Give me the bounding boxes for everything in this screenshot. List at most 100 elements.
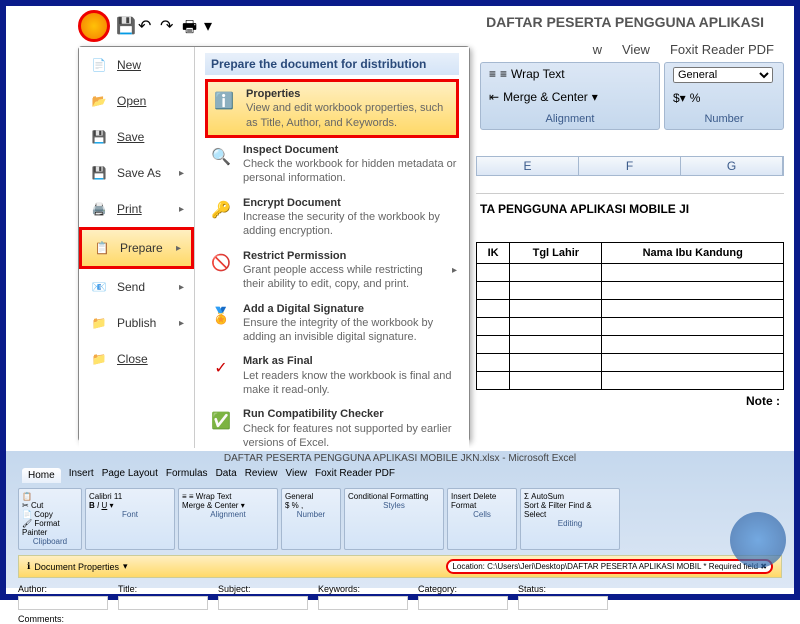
tab-foxit[interactable]: Foxit Reader PDF [315, 468, 395, 483]
tab-view-end[interactable]: w [593, 42, 602, 57]
wrap-text-button[interactable]: Wrap Text [511, 67, 565, 81]
prepare-icon: 📋 [92, 238, 112, 258]
undo-icon[interactable]: ↶ [138, 16, 154, 32]
table-row[interactable] [477, 300, 784, 318]
menu-prepare[interactable]: 📋Prepare▸ [79, 227, 194, 269]
dropdown-icon[interactable]: ▾ [123, 561, 128, 572]
menu-close[interactable]: 📁Close [79, 341, 194, 377]
send-icon: 📧 [89, 277, 109, 297]
status-input[interactable] [518, 596, 608, 610]
document-title: DAFTAR PESERTA PENGGUNA APLIKASI [486, 14, 764, 30]
col-f[interactable]: F [579, 157, 681, 175]
table-row[interactable] [477, 318, 784, 336]
header-tgl[interactable]: Tgl Lahir [510, 243, 602, 264]
indent-icon[interactable]: ⇤ [489, 90, 499, 104]
final-icon: ✓ [207, 354, 235, 382]
dropdown-icon[interactable]: ▾ [592, 90, 598, 104]
header-ik[interactable]: IK [477, 243, 510, 264]
tab-formulas[interactable]: Formulas [166, 468, 208, 483]
currency-icon[interactable]: $▾ [673, 91, 686, 105]
editing-group: Σ AutoSum Sort & Filter Find & Select Ed… [520, 488, 620, 550]
window-title: DAFTAR PESERTA PENGGUNA APLIKASI MOBILE … [6, 451, 794, 466]
redo-icon[interactable]: ↷ [160, 16, 176, 32]
percent-button[interactable]: % [690, 91, 701, 105]
tab-view[interactable]: View [622, 42, 650, 57]
align-center-icon[interactable]: ≡ [500, 67, 507, 81]
paste-button[interactable]: 📋 [22, 492, 78, 501]
keywords-input[interactable] [318, 596, 408, 610]
menu-save[interactable]: 💾Save [79, 119, 194, 155]
column-headers: E F G [476, 156, 784, 176]
status-label: Status: [518, 584, 608, 594]
number-label: Number [673, 113, 775, 125]
styles-group: Conditional Formatting Styles [344, 488, 444, 550]
save-icon: 💾 [89, 127, 109, 147]
title-label: Title: [118, 584, 208, 594]
properties-icon: ℹ️ [210, 87, 238, 115]
ribbon-tabs-partial: w View Foxit Reader PDF [593, 42, 774, 57]
tab-layout[interactable]: Page Layout [102, 468, 158, 483]
tab-foxit[interactable]: Foxit Reader PDF [670, 42, 774, 57]
title-input[interactable] [118, 596, 208, 610]
category-label: Category: [418, 584, 508, 594]
tab-data[interactable]: Data [216, 468, 237, 483]
tab-home[interactable]: Home [22, 468, 61, 483]
menu-new[interactable]: 📄New [79, 47, 194, 83]
office-menu-left: 📄New 📂Open 💾Save 💾Save As▸ 🖨️Print▸ 📋Pre… [79, 47, 195, 461]
tab-insert[interactable]: Insert [69, 468, 94, 483]
save-icon[interactable]: 💾 [116, 16, 132, 32]
merge-center-button[interactable]: Merge & Center [503, 90, 588, 104]
print-icon: 🖨️ [89, 199, 109, 219]
table-row[interactable] [477, 372, 784, 390]
inspect-icon: 🔍 [207, 143, 235, 171]
prepare-properties[interactable]: ℹ️ PropertiesView and edit workbook prop… [205, 79, 459, 138]
number-format-select[interactable]: General [673, 67, 773, 83]
sheet-title-cell[interactable]: TA PENGGUNA APLIKASI MOBILE JI [476, 194, 784, 224]
alignment-group-2: ≡ ≡ Wrap Text Merge & Center ▾ Alignment [178, 488, 278, 550]
table-row[interactable] [477, 282, 784, 300]
docprops-label[interactable]: Document Properties [34, 562, 119, 572]
clipboard-group: 📋 ✂ Cut 📄 Copy 🖌 Format Painter Clipboar… [18, 488, 82, 550]
info-icon: ℹ [27, 561, 30, 572]
table-row[interactable] [477, 264, 784, 282]
bottom-excel-window: DAFTAR PESERTA PENGGUNA APLIKASI MOBILE … [6, 448, 794, 588]
save-as-icon: 💾 [89, 163, 109, 183]
prepare-final[interactable]: ✓ Mark as FinalLet readers know the work… [205, 349, 459, 402]
menu-save-as[interactable]: 💾Save As▸ [79, 155, 194, 191]
tab-review[interactable]: Review [245, 468, 278, 483]
prepare-inspect[interactable]: 🔍 Inspect DocumentCheck the workbook for… [205, 138, 459, 191]
table-row[interactable] [477, 354, 784, 372]
menu-print[interactable]: 🖨️Print▸ [79, 191, 194, 227]
chevron-right-icon: ▸ [176, 243, 181, 254]
print-icon[interactable]: 🖶 [182, 16, 198, 32]
align-left-icon[interactable]: ≡ [489, 67, 496, 81]
comments-label: Comments: [18, 614, 64, 624]
data-table: IK Tgl Lahir Nama Ibu Kandung [476, 242, 784, 390]
col-e[interactable]: E [477, 157, 579, 175]
prepare-encrypt[interactable]: 🔑 Encrypt DocumentIncrease the security … [205, 191, 459, 244]
menu-open[interactable]: 📂Open [79, 83, 194, 119]
menu-send[interactable]: 📧Send▸ [79, 269, 194, 305]
prepare-signature[interactable]: 🏅 Add a Digital SignatureEnsure the inte… [205, 297, 459, 350]
dropdown-icon[interactable]: ▾ [204, 16, 220, 32]
office-button[interactable] [78, 10, 110, 42]
keywords-label: Keywords: [318, 584, 408, 594]
spreadsheet-grid[interactable]: E F G TA PENGGUNA APLIKASI MOBILE JI IK … [476, 156, 784, 412]
prepare-submenu: Prepare the document for distribution ℹ️… [195, 47, 469, 461]
author-input[interactable] [18, 596, 108, 610]
ribbon-groups: ≡ ≡ Wrap Text ⇤ Merge & Center ▾ Alignme… [480, 62, 784, 130]
tab-view[interactable]: View [285, 468, 307, 483]
alignment-group: ≡ ≡ Wrap Text ⇤ Merge & Center ▾ Alignme… [480, 62, 660, 130]
ribbon-tabs: Home Insert Page Layout Formulas Data Re… [6, 466, 794, 485]
subject-input[interactable] [218, 596, 308, 610]
category-input[interactable] [418, 596, 508, 610]
header-nama[interactable]: Nama Ibu Kandung [602, 243, 784, 264]
col-g[interactable]: G [681, 157, 783, 175]
prepare-restrict[interactable]: 🚫 Restrict PermissionGrant people access… [205, 244, 459, 297]
property-fields: Author: Title: Subject: Keywords: Catego… [6, 580, 794, 614]
chevron-right-icon: ▸ [179, 204, 184, 215]
table-row[interactable] [477, 336, 784, 354]
menu-publish[interactable]: 📁Publish▸ [79, 305, 194, 341]
subject-label: Subject: [218, 584, 308, 594]
font-group: Calibri 11 B I U ▾ Font [85, 488, 175, 550]
